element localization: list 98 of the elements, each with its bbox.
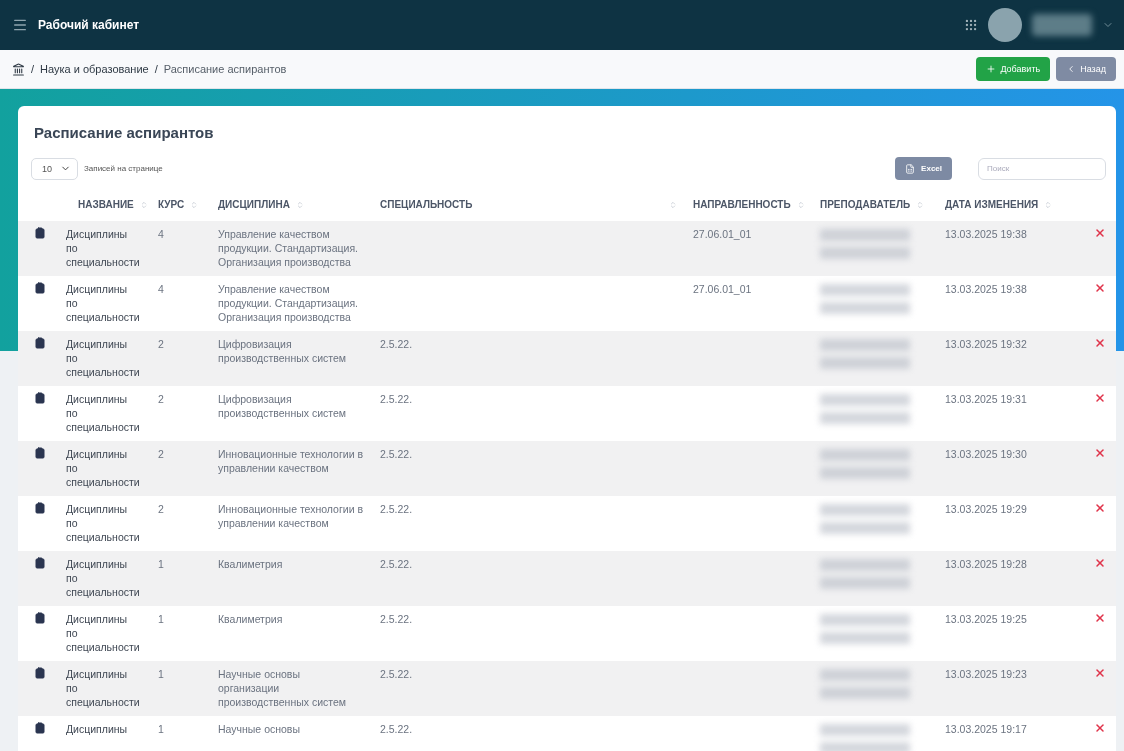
table-cell-text: 13.03.2025 19:38: [944, 227, 1028, 242]
table-cell-text: 1: [157, 557, 165, 572]
clipboard-icon[interactable]: [34, 282, 46, 294]
avatar[interactable]: [988, 8, 1022, 42]
delete-icon[interactable]: [1093, 447, 1106, 459]
apps-grid-icon[interactable]: [964, 18, 978, 32]
file-icon: [905, 163, 916, 174]
column-header[interactable]: НАЗВАНИЕ: [58, 199, 150, 210]
blurred-user-name: [1032, 14, 1092, 36]
clipboard-icon[interactable]: [34, 337, 46, 349]
clipboard-icon[interactable]: [34, 557, 46, 569]
clipboard-icon[interactable]: [34, 392, 46, 404]
table-cell-text: 2: [157, 502, 165, 517]
table-cell-text: Научные основы организации производственных систем: [217, 667, 348, 709]
table-cell-text: Дисциплины по специальности: [65, 612, 141, 654]
table-cell-text: Управление качеством продукции. Стандартизация. Организация производства: [217, 282, 359, 324]
table-cell-text: 4: [157, 227, 165, 242]
clipboard-icon[interactable]: [34, 502, 46, 514]
search-field[interactable]: Поиск: [978, 157, 1106, 180]
table-cell-text: Дисциплины по специальности: [65, 227, 141, 269]
table-cell-text: 2.5.22.: [379, 502, 414, 517]
table-cell-text: 27.06.01_01: [692, 227, 753, 242]
table-cell-text: 2.5.22.: [379, 667, 414, 682]
card-title: Расписание аспирантов: [33, 123, 215, 141]
clipboard-icon[interactable]: [34, 667, 46, 679]
column-header[interactable]: КУРС: [150, 199, 210, 210]
table-cell-text: 2: [157, 337, 165, 352]
app-title: Рабочий кабинет: [38, 18, 141, 32]
breadcrumb-item[interactable]: Расписание аспирантов: [163, 63, 287, 75]
table-cell-text: Дисциплины по специальности: [65, 557, 141, 599]
table-row[interactable]: Дисциплины по специальности 1 Научные основы организации производственных систем 2.5.22. 13.03.2025 19:23: [18, 661, 1116, 716]
table-cell-text: 13.03.2025 19:30: [944, 447, 1028, 462]
table-cell-text: 13.03.2025 19:32: [944, 337, 1028, 352]
table-cell-text: Дисциплины по специальности: [65, 667, 141, 709]
table-cell-text: Инновационные технологии в управлении качеством: [217, 502, 364, 531]
table-cell-text: 2: [157, 392, 165, 407]
breadcrumb-item[interactable]: Наука и образование: [40, 63, 149, 75]
table-row[interactable]: Дисциплины по специальности 2 Цифровизация производственных систем 2.5.22. 13.03.2025 19:32: [18, 331, 1116, 386]
column-header[interactable]: СПЕЦИАЛЬНОСТЬ: [372, 199, 685, 210]
menu-icon[interactable]: [12, 17, 28, 33]
table-row[interactable]: Дисциплины по специальности 4 Управление качеством продукции. Стандартизация. Организация производства 27.06.01_01 13.03.2025 19:38: [18, 221, 1116, 276]
table-cell-text: Научные основы: [217, 722, 301, 737]
table-cell-text: Квалиметрия: [217, 557, 284, 572]
clipboard-icon[interactable]: [34, 722, 46, 734]
table-row[interactable]: Дисциплины по специальности 2 Инновационные технологии в управлении качеством 2.5.22. 13.03.2025 19:30: [18, 441, 1116, 496]
table-cell-text: 13.03.2025 19:31: [944, 392, 1028, 407]
breadcrumb-separator: /: [31, 63, 35, 75]
table-cell-text: 2.5.22.: [379, 337, 414, 352]
delete-icon[interactable]: [1093, 282, 1106, 294]
delete-icon[interactable]: [1093, 392, 1106, 404]
table-cell-text: Инновационные технологии в управлении качеством: [217, 447, 364, 476]
table-cell-text: Дисциплины по специальности: [65, 392, 141, 434]
page-size-label: Записей на странице: [84, 164, 163, 173]
table-cell-text: 2.5.22.: [379, 447, 414, 462]
delete-icon[interactable]: [1093, 557, 1106, 569]
table-cell-text: 2.5.22.: [379, 557, 414, 572]
clipboard-icon[interactable]: [34, 612, 46, 624]
table-cell-text: Управление качеством продукции. Стандартизация. Организация производства: [217, 227, 359, 269]
delete-icon[interactable]: [1093, 612, 1106, 624]
table-cell-text: 13.03.2025 19:25: [944, 612, 1028, 627]
delete-icon[interactable]: [1093, 337, 1106, 349]
delete-icon[interactable]: [1093, 502, 1106, 514]
column-header[interactable]: ПРЕПОДАВАТЕЛЬ: [812, 199, 937, 210]
table-cell-text: 4: [157, 282, 165, 297]
delete-icon[interactable]: [1093, 722, 1106, 734]
page-size-select[interactable]: 10: [31, 157, 78, 180]
table-cell-text: Дисциплины по специальности: [65, 337, 141, 379]
table-cell-text: 1: [157, 667, 165, 682]
clipboard-icon[interactable]: [34, 227, 46, 239]
table-cell-text: 1: [157, 612, 165, 627]
table-cell-text: 2.5.22.: [379, 722, 414, 737]
table-cell-text: 13.03.2025 19:23: [944, 667, 1028, 682]
delete-icon[interactable]: [1093, 667, 1106, 679]
table-cell-text: Дисциплины по специальности: [65, 282, 141, 324]
column-header[interactable]: НАПРАВЛЕННОСТЬ: [685, 199, 812, 210]
table-cell-text: Дисциплины по специальности: [65, 447, 141, 489]
column-header[interactable]: ДАТА ИЗМЕНЕНИЯ: [937, 199, 1083, 210]
table-cell-text: 13.03.2025 19:29: [944, 502, 1028, 517]
delete-icon[interactable]: [1093, 227, 1106, 239]
table-cell-text: Дисциплины: [65, 722, 129, 737]
column-header[interactable]: ДИСЦИПЛИНА: [210, 199, 372, 210]
table-cell-text: 27.06.01_01: [692, 282, 753, 297]
table-cell-text: 13.03.2025 19:38: [944, 282, 1028, 297]
plus-icon: [986, 64, 997, 74]
table-cell-text: 13.03.2025 19:28: [944, 557, 1028, 572]
table-cell-text: Дисциплины по специальности: [65, 502, 141, 544]
table-cell-text: 13.03.2025 19:17: [944, 722, 1028, 737]
table-row[interactable]: Дисциплины по специальности 1 Квалиметрия 2.5.22. 13.03.2025 19:28: [18, 551, 1116, 606]
table-cell-text: 2: [157, 447, 165, 462]
clipboard-icon[interactable]: [34, 447, 46, 459]
table-cell-text: Цифровизация производственных систем: [217, 337, 348, 366]
breadcrumb-separator: /: [154, 63, 158, 75]
table-cell-text: 2.5.22.: [379, 612, 414, 627]
table-cell-text: 1: [157, 722, 165, 737]
table-cell-text: 2.5.22.: [379, 392, 414, 407]
table-cell-text: Цифровизация производственных систем: [217, 392, 348, 421]
building-icon[interactable]: [12, 62, 25, 76]
table-cell-text: Квалиметрия: [217, 612, 284, 627]
